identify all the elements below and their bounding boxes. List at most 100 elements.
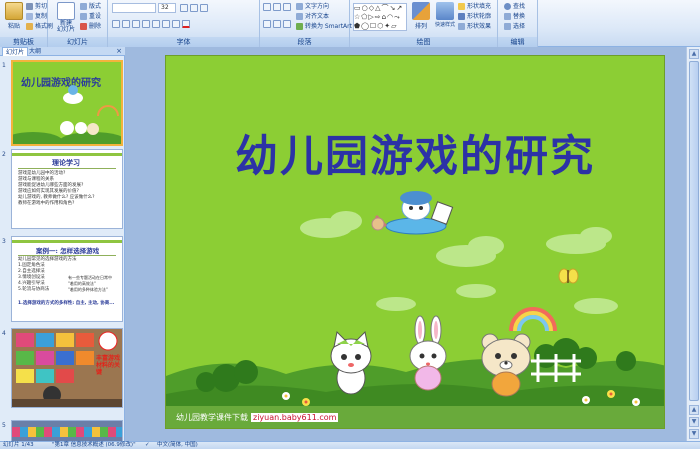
scroll-up-icon[interactable]: ▲ xyxy=(689,49,699,59)
italic-icon[interactable] xyxy=(122,20,130,28)
new-slide-icon xyxy=(57,2,75,20)
font-name-combo[interactable] xyxy=(112,3,156,13)
slides-label: 幻灯片 xyxy=(48,37,107,47)
slide-thumbnail-2[interactable]: 理论学习 游戏是幼儿园中的活动? 游戏与课程的关系 游戏能促进幼儿哪些方面的发展… xyxy=(11,149,123,229)
replace-icon xyxy=(504,13,511,20)
pane-tabs: 幻灯片 大纲 × xyxy=(0,47,125,56)
delete-icon xyxy=(80,23,87,30)
scroll-down-icon[interactable]: ▼ xyxy=(689,429,699,439)
slide-title[interactable]: 幼儿园游戏的研究 xyxy=(166,122,664,184)
editing-label: 编辑 xyxy=(498,37,537,47)
drawing-group: ▭○◇△⌒↘↗ ☆⬠▷⇨⌂◠⤳ ⬟◯☐⬡✦▱ 排列 快速样式 形状填充 形状轮廓 形… xyxy=(350,0,498,47)
arrange-button[interactable]: 排列 xyxy=(410,2,432,30)
cut-button[interactable]: 剪切 xyxy=(26,2,47,11)
slide-thumbnails: 1 幼儿园游戏的研究 2 理论学习 游戏是幼儿园中的活动? 游戏与课程的关系 游… xyxy=(0,56,125,441)
slide-thumbnail-5[interactable] xyxy=(11,420,123,441)
vertical-scrollbar[interactable]: ▲ ▲ ▼ ▼ xyxy=(686,47,700,441)
scissors-icon xyxy=(26,3,33,10)
shape-effects-button[interactable]: 形状效果 xyxy=(458,22,491,31)
paste-button[interactable]: 粘贴 xyxy=(3,2,25,30)
align-left-icon[interactable] xyxy=(263,20,271,28)
shape-outline-button[interactable]: 形状轮廓 xyxy=(458,12,491,21)
theme-name: "第1章 信息技术概述 (06.9修改)" xyxy=(52,442,136,448)
align-text-icon xyxy=(296,13,303,20)
thumb-number: 3 xyxy=(2,238,6,245)
change-case-icon[interactable] xyxy=(172,20,180,28)
thumb-illustration xyxy=(13,85,121,144)
numbering-icon[interactable] xyxy=(273,3,281,11)
slide-thumbnail-4[interactable]: 丰富游戏材料的关键 xyxy=(11,328,123,408)
slide-count: 幻灯片 1/43 xyxy=(3,442,34,448)
shadow-icon[interactable] xyxy=(152,20,160,28)
paragraph-label: 段落 xyxy=(260,37,349,47)
smartart-icon xyxy=(296,23,303,30)
decrease-indent-icon[interactable] xyxy=(283,3,291,11)
scroll-thumb[interactable] xyxy=(689,61,699,401)
thumb-number: 1 xyxy=(2,62,6,69)
select-button[interactable]: 选择 xyxy=(504,22,525,31)
outline-icon xyxy=(458,13,465,20)
footer-url[interactable]: ziyuan.baby611.com xyxy=(251,413,339,422)
paste-icon xyxy=(5,2,23,20)
arrange-icon xyxy=(412,2,430,20)
thumb-title: 案例一: 怎样选择游戏 xyxy=(36,247,100,255)
spellcheck-icon[interactable]: ✓ xyxy=(145,442,150,449)
copy-icon xyxy=(26,13,33,20)
next-slide-icon[interactable]: ▼ xyxy=(689,417,699,427)
slide-footer: 幼儿园教学课件下载 ziyuan.baby611.com xyxy=(176,412,339,423)
thumb-title: 理论学习 xyxy=(52,158,80,167)
underline-icon[interactable] xyxy=(132,20,140,28)
shrink-font-icon[interactable] xyxy=(190,4,198,12)
replace-button[interactable]: 替换 xyxy=(504,12,525,21)
quick-styles-button[interactable]: 快速样式 xyxy=(434,2,456,28)
font-color-icon[interactable] xyxy=(182,20,190,28)
quick-styles-icon xyxy=(436,2,454,20)
shapes-gallery[interactable]: ▭○◇△⌒↘↗ ☆⬠▷⇨⌂◠⤳ ⬟◯☐⬡✦▱ xyxy=(353,3,407,31)
text-direction-button[interactable]: 文字方向 xyxy=(296,2,329,11)
font-label: 字体 xyxy=(108,37,259,47)
reset-icon xyxy=(80,13,87,20)
align-center-icon[interactable] xyxy=(273,20,281,28)
tab-outline[interactable]: 大纲 xyxy=(26,47,44,56)
delete-button[interactable]: 删除 xyxy=(80,22,101,31)
fill-icon xyxy=(458,3,465,10)
bold-icon[interactable] xyxy=(112,20,120,28)
bullets-icon[interactable] xyxy=(263,3,271,11)
clear-format-icon[interactable] xyxy=(200,4,208,12)
char-spacing-icon[interactable] xyxy=(162,20,170,28)
select-icon xyxy=(504,23,511,30)
close-icon[interactable]: × xyxy=(116,47,122,56)
drawing-label: 绘图 xyxy=(350,37,497,47)
slide-thumbnail-1[interactable]: 幼儿园游戏的研究 xyxy=(11,60,123,146)
copy-button[interactable]: 复制 xyxy=(26,12,47,21)
slide-canvas[interactable]: 幼儿园游戏的研究 幼儿园教学课件下载 ziyuan.baby611.com xyxy=(165,55,665,429)
editing-group: 查找 替换 选择 编辑 xyxy=(498,0,538,47)
reset-button[interactable]: 重设 xyxy=(80,12,101,21)
font-group: 32 字体 xyxy=(108,0,260,47)
tab-slides[interactable]: 幻灯片 xyxy=(2,47,29,56)
align-right-icon[interactable] xyxy=(283,20,291,28)
prev-slide-icon[interactable]: ▲ xyxy=(689,405,699,415)
status-bar: 幻灯片 1/43 "第1章 信息技术概述 (06.9修改)" ✓ 中文(简体, … xyxy=(0,441,700,449)
thumb-number: 2 xyxy=(2,151,6,158)
paragraph-group: 文字方向 对齐文本 转换为 SmartArt 段落 xyxy=(260,0,352,47)
thumb-number: 5 xyxy=(2,422,6,429)
grow-font-icon[interactable] xyxy=(180,4,188,12)
thumb-footer: 1.选择游戏的方式的多样性: 自主, 主动, 协商... xyxy=(18,301,115,306)
layout-button[interactable]: 版式 xyxy=(80,2,101,11)
find-button[interactable]: 查找 xyxy=(504,2,525,11)
shape-fill-button[interactable]: 形状填充 xyxy=(458,2,491,11)
layout-icon xyxy=(80,3,87,10)
language-indicator[interactable]: 中文(简体, 中国) xyxy=(157,442,198,449)
smartart-button[interactable]: 转换为 SmartArt xyxy=(296,22,352,31)
brush-icon xyxy=(26,23,33,30)
align-text-button[interactable]: 对齐文本 xyxy=(296,12,329,21)
slide-thumbnail-3[interactable]: 案例一: 怎样选择游戏 幼儿园常见的选择游戏的方法 1.固定角色法 2.自主选择… xyxy=(11,236,123,322)
effects-icon xyxy=(458,23,465,30)
strikethrough-icon[interactable] xyxy=(142,20,150,28)
font-size-combo[interactable]: 32 xyxy=(158,3,176,13)
thumb-list: 游戏是幼儿园中的活动? 游戏与课程的关系 游戏能促进幼儿哪些方面的发展? 游戏应… xyxy=(18,171,95,206)
new-slide-button[interactable]: 新建 幻灯片 xyxy=(54,2,78,33)
thumb-overlay-text: 丰富游戏材料的关键 xyxy=(96,355,121,376)
text-direction-icon xyxy=(296,3,303,10)
